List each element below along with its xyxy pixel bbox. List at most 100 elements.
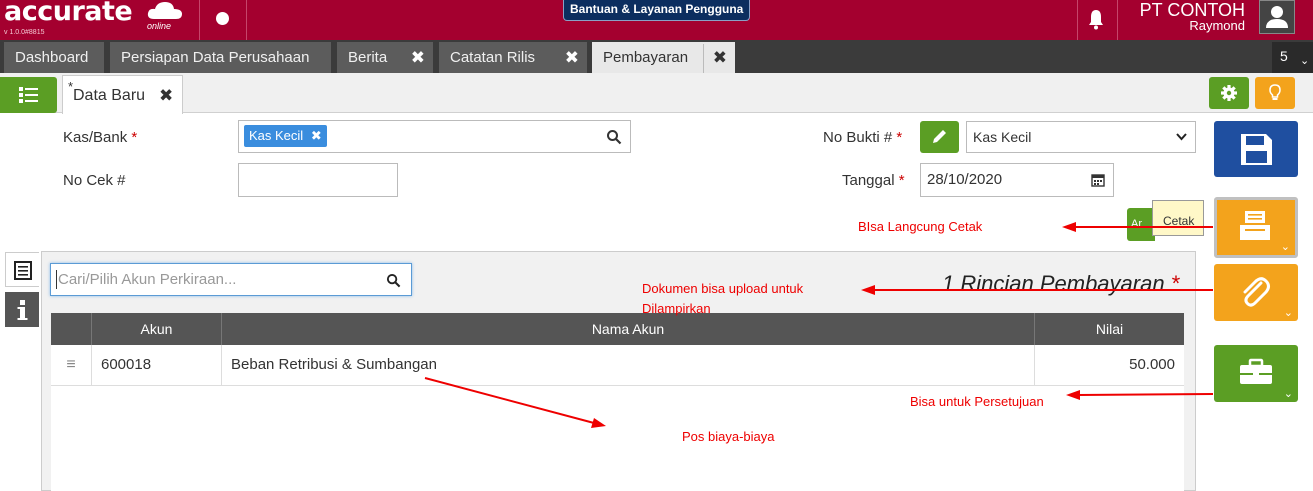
table-header: Akun Nama Akun Nilai bbox=[51, 313, 1184, 345]
required-mark: * bbox=[1170, 271, 1180, 296]
close-icon[interactable]: ✖ bbox=[713, 42, 727, 73]
no-cek-input[interactable] bbox=[238, 163, 398, 197]
cell-nilai[interactable]: 50.000 bbox=[1034, 345, 1184, 386]
cell-akun[interactable]: 600018 bbox=[91, 345, 221, 386]
label-text: Tanggal bbox=[842, 172, 895, 189]
date-value: 28/10/2020 bbox=[927, 171, 1003, 188]
close-icon[interactable]: ✖ bbox=[411, 42, 425, 73]
tab-label: Berita bbox=[348, 49, 388, 66]
user-name: Raymond bbox=[1189, 18, 1245, 33]
save-icon bbox=[1241, 134, 1272, 165]
chevron-down-icon[interactable]: ⌄ bbox=[1281, 240, 1290, 253]
search-icon[interactable] bbox=[386, 273, 401, 288]
title-text: 1 Rincian Pembayaran bbox=[942, 271, 1165, 296]
settings-button[interactable] bbox=[1209, 77, 1249, 109]
tab-berita[interactable]: Berita ✖ bbox=[337, 42, 433, 73]
arrow-head bbox=[1062, 222, 1076, 232]
label-text: No Bukti # bbox=[823, 129, 893, 146]
tab-pembayaran[interactable]: Pembayaran ✖ bbox=[592, 42, 735, 73]
cloud-icon bbox=[147, 2, 182, 19]
kas-bank-tag[interactable]: Kas Kecil ✖ bbox=[244, 125, 327, 147]
tips-button[interactable] bbox=[1255, 77, 1295, 109]
required-mark: * bbox=[898, 172, 905, 189]
required-mark: * bbox=[131, 129, 138, 146]
select-value: Kas Kecil bbox=[973, 129, 1032, 145]
chevron-down-icon[interactable]: ⌄ bbox=[1284, 306, 1293, 319]
save-button[interactable] bbox=[1214, 121, 1298, 177]
tag-label: Kas Kecil bbox=[249, 128, 304, 143]
column-header-nilai[interactable]: Nilai bbox=[1034, 313, 1184, 345]
status-dot bbox=[216, 12, 229, 25]
document-tab-label: Data Baru bbox=[73, 87, 146, 104]
text-cursor bbox=[56, 270, 57, 289]
print-tooltip: Cetak bbox=[1152, 200, 1204, 236]
document-list-icon bbox=[14, 261, 32, 280]
tab-label: Dashboard bbox=[15, 49, 89, 66]
annotation-print: BIsa Langcung Cetak bbox=[858, 219, 983, 234]
tab-label: Pembayaran bbox=[603, 49, 689, 66]
divider bbox=[246, 0, 247, 40]
tab-label: Catatan Rilis bbox=[450, 49, 536, 66]
tab-persiapan-data[interactable]: Persiapan Data Perusahaan bbox=[110, 42, 331, 73]
approval-button[interactable]: ⌄ bbox=[1214, 345, 1298, 402]
divider bbox=[703, 44, 704, 73]
search-icon[interactable] bbox=[606, 129, 622, 145]
edit-number-button[interactable] bbox=[920, 121, 959, 153]
tab-dashboard[interactable]: Dashboard bbox=[4, 42, 104, 73]
annotation-upload-line1: Dokumen bisa upload untuk bbox=[642, 281, 804, 296]
chevron-down-icon: ⌄ bbox=[1300, 55, 1310, 67]
drag-column-header bbox=[51, 313, 91, 345]
no-cek-label: No Cek # bbox=[63, 172, 126, 189]
annotation-costs: Pos biaya-biaya bbox=[682, 429, 775, 444]
print-button[interactable]: ⌄ bbox=[1214, 197, 1298, 258]
drag-handle-icon[interactable]: ≡ bbox=[51, 345, 91, 386]
column-header-nama-akun[interactable]: Nama Akun bbox=[221, 313, 1034, 345]
tanggal-input[interactable]: 28/10/2020 bbox=[920, 163, 1114, 197]
pencil-icon bbox=[933, 130, 946, 143]
chevron-down-icon bbox=[1176, 133, 1187, 141]
open-tab-counter[interactable]: 5 ⌄ bbox=[1272, 42, 1313, 73]
column-header-akun[interactable]: Akun bbox=[91, 313, 221, 345]
company-name: PT CONTOH bbox=[1139, 0, 1245, 20]
account-search-input[interactable]: Cari/Pilih Akun Perkiraan... bbox=[50, 263, 412, 296]
divider bbox=[1117, 0, 1118, 40]
app-logo[interactable]: accurate bbox=[4, 0, 133, 27]
detail-title: 1 Rincian Pembayaran * bbox=[942, 271, 1179, 297]
document-toolbar bbox=[0, 73, 1313, 113]
info-icon bbox=[17, 300, 28, 320]
detail-tab-info[interactable] bbox=[5, 292, 39, 327]
app-version: v 1.0.0#8815 bbox=[4, 29, 45, 36]
no-bukti-select[interactable]: Kas Kecil bbox=[966, 121, 1196, 153]
divider bbox=[199, 0, 200, 40]
company-info: PT CONTOH Raymond bbox=[1120, 0, 1245, 32]
help-button[interactable]: Bantuan & Layanan Pengguna bbox=[563, 0, 751, 21]
close-icon[interactable]: ✖ bbox=[565, 42, 579, 73]
required-mark: * bbox=[896, 129, 903, 146]
tab-catatan-rilis[interactable]: Catatan Rilis ✖ bbox=[439, 42, 587, 73]
list-view-button[interactable] bbox=[0, 77, 57, 113]
annotation-upload-line2: Dilampirkan bbox=[642, 301, 711, 316]
tab-count: 5 bbox=[1280, 48, 1288, 64]
no-bukti-label: No Bukti # * bbox=[823, 129, 902, 146]
chevron-down-icon[interactable]: ⌄ bbox=[1284, 387, 1293, 400]
bell-icon[interactable] bbox=[1086, 8, 1106, 30]
detail-tab-list[interactable] bbox=[5, 252, 39, 287]
calendar-icon[interactable] bbox=[1091, 173, 1105, 187]
annotation-approval: Bisa untuk Persetujuan bbox=[910, 394, 1044, 409]
search-placeholder: Cari/Pilih Akun Perkiraan... bbox=[58, 271, 237, 288]
user-menu-button[interactable] bbox=[1259, 0, 1295, 34]
document-tab-data-baru[interactable]: * Data Baru ✖ bbox=[62, 75, 183, 114]
gear-icon bbox=[1221, 85, 1237, 101]
tanggal-label: Tanggal * bbox=[842, 172, 905, 189]
hidden-green-button[interactable]: Ar bbox=[1127, 208, 1155, 241]
kas-bank-label: Kas/Bank * bbox=[63, 129, 137, 146]
lightbulb-icon bbox=[1269, 84, 1281, 100]
close-icon[interactable]: ✖ bbox=[311, 128, 322, 143]
close-icon[interactable]: ✖ bbox=[159, 86, 173, 106]
attachment-button[interactable]: ⌄ bbox=[1214, 264, 1298, 321]
tab-label: Persiapan Data Perusahaan bbox=[121, 49, 310, 66]
table-row[interactable]: ≡ 600018 Beban Retribusi & Sumbangan 50.… bbox=[51, 345, 1184, 386]
cell-nama-akun[interactable]: Beban Retribusi & Sumbangan bbox=[221, 345, 1034, 386]
user-icon bbox=[1266, 6, 1288, 28]
logo-subtitle: online bbox=[147, 21, 172, 31]
